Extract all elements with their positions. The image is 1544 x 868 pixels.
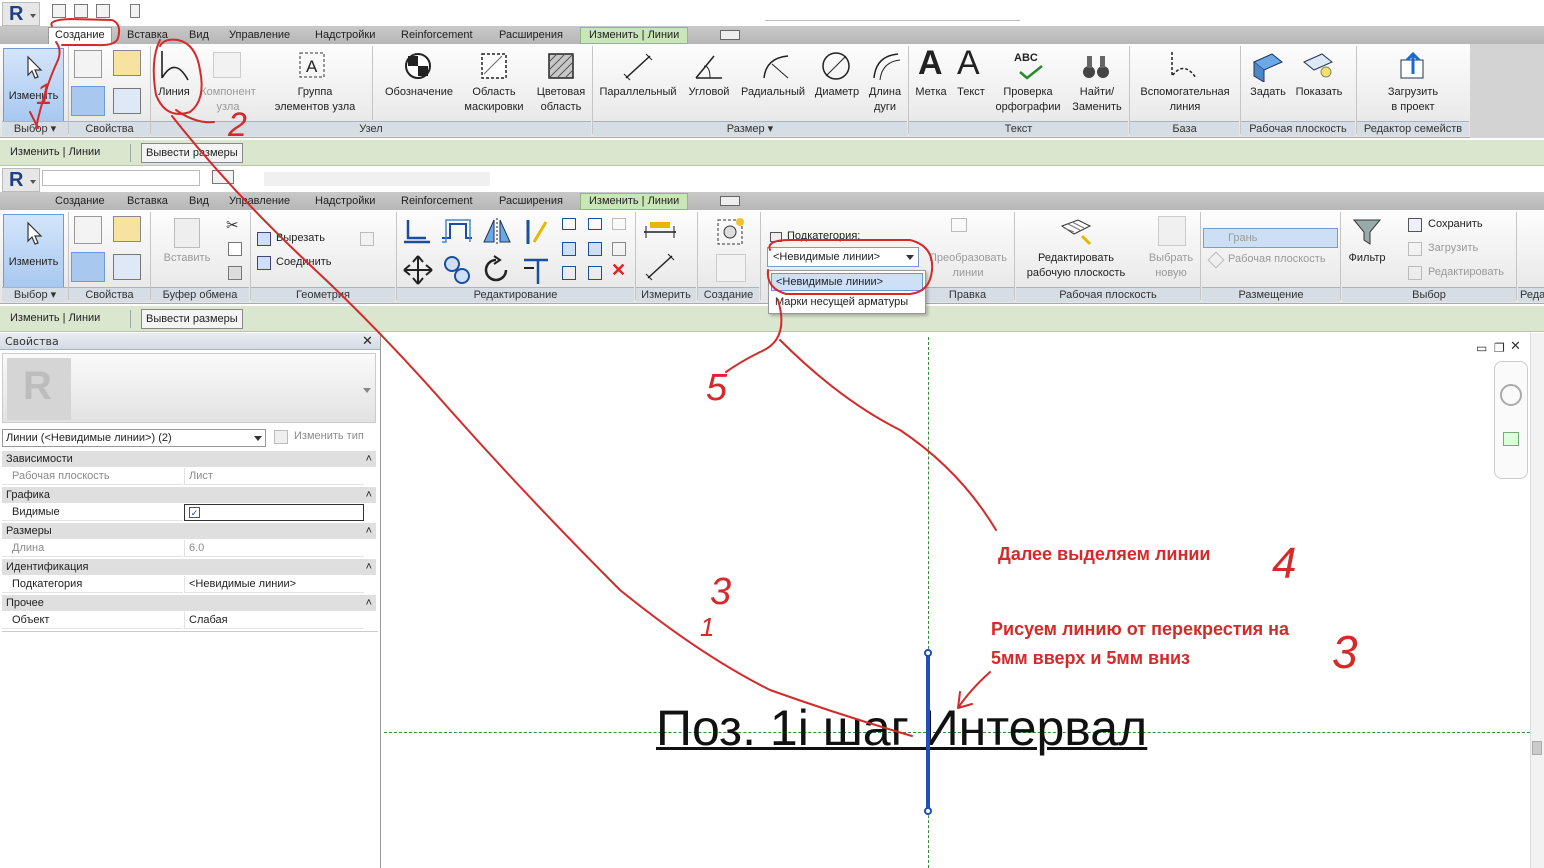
- annotation-tick-long: 1: [700, 612, 714, 642]
- annotation-number-1: 1: [36, 78, 53, 111]
- annotation-number-3-curve: 3: [710, 571, 731, 613]
- annotation-number-5: 5: [706, 367, 728, 409]
- annotation-circle-line-tool: [152, 38, 203, 115]
- annotation-circle-subcategory: [766, 239, 934, 295]
- annotation-number-4: 4: [1272, 539, 1296, 588]
- annotation-tick-2: [175, 109, 215, 124]
- hand-annotation-layer: 1 2 3 4 3 5 1: [29, 18, 1358, 737]
- annotation-circle-create-tab: [50, 18, 121, 47]
- annotation-long-curve: [171, 115, 913, 737]
- annotation-number-2: 2: [227, 106, 247, 144]
- annotation-arrow-to-line: [957, 671, 991, 709]
- annotation-curve-dropdown: [725, 299, 997, 531]
- annotation-number-3-note: 3: [1332, 626, 1358, 678]
- revit-screenshot: R Создание Вставка Вид Управление Надстр…: [0, 0, 1544, 868]
